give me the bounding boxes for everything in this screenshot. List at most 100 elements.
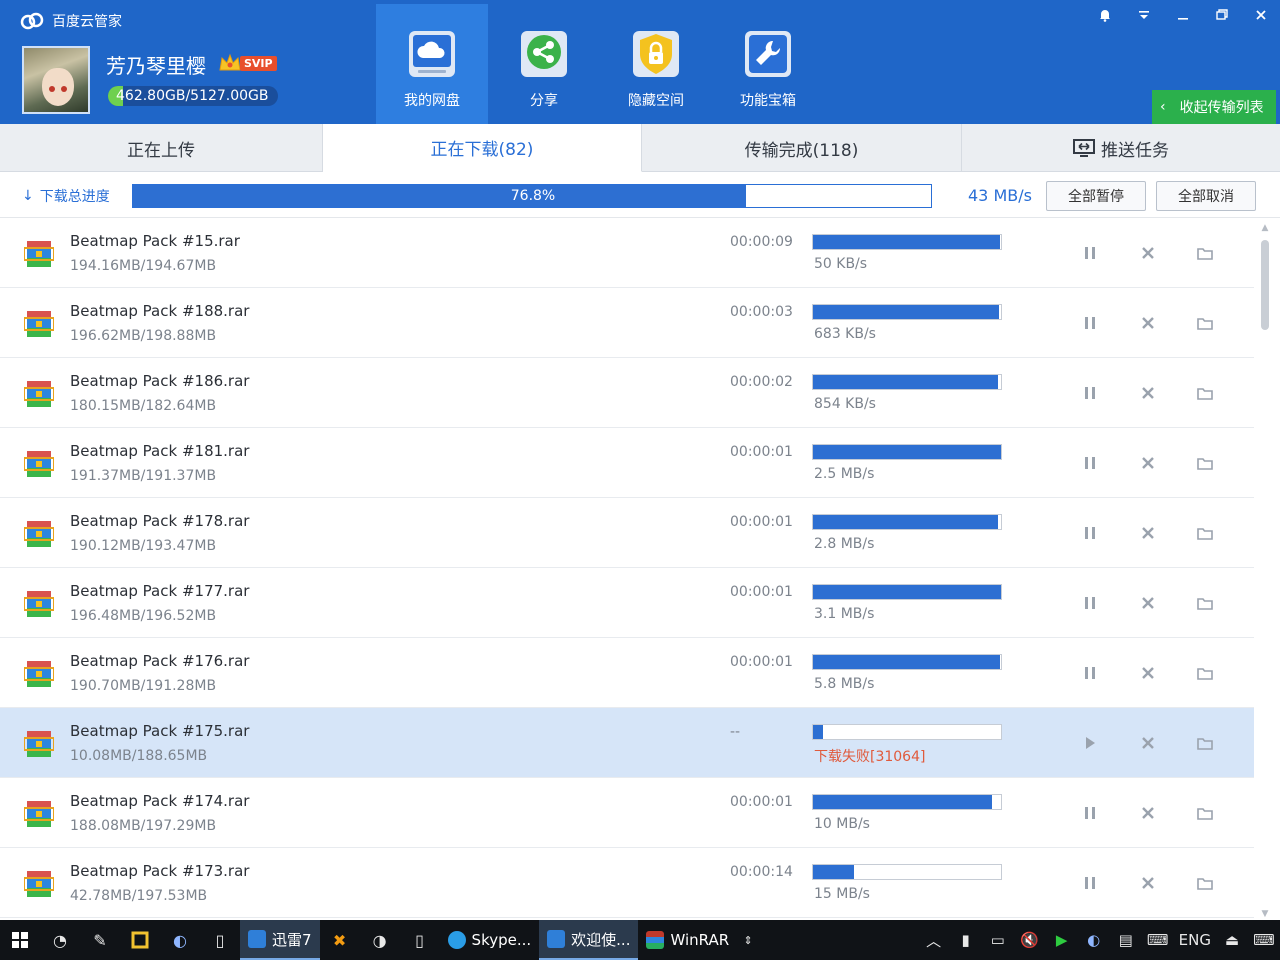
swirl-tray-icon[interactable]: ◐ [1078, 920, 1110, 960]
cancel-icon[interactable] [1137, 872, 1159, 894]
pause-icon[interactable] [1079, 312, 1101, 334]
cancel-all-button[interactable]: 全部取消 [1156, 181, 1256, 211]
taskview-icon[interactable]: ◔ [40, 920, 80, 960]
open-folder-icon[interactable] [1194, 662, 1216, 684]
vip-badge[interactable]: SVIP [218, 52, 277, 74]
download-row[interactable]: Beatmap Pack #177.rar 196.48MB/196.52MB 00… [0, 568, 1254, 638]
file-icon[interactable]: ▯ [400, 920, 440, 960]
nav-hidden-space[interactable]: 隐藏空间 [600, 4, 712, 124]
open-folder-icon[interactable] [1194, 732, 1216, 754]
file-name: Beatmap Pack #177.rar [70, 582, 250, 600]
storage-quota-bar: 462.80GB/5127.00GB [108, 86, 278, 106]
download-row[interactable]: Beatmap Pack #15.rar 194.16MB/194.67MB 00:… [0, 218, 1254, 288]
cancel-icon[interactable] [1137, 522, 1159, 544]
open-folder-icon[interactable] [1194, 522, 1216, 544]
open-folder-icon[interactable] [1194, 872, 1216, 894]
scroll-track[interactable] [1261, 236, 1269, 906]
document-icon[interactable]: ▯ [200, 920, 240, 960]
bell-icon[interactable] [1085, 0, 1124, 30]
open-folder-icon[interactable] [1194, 452, 1216, 474]
nav-my-drive[interactable]: 我的网盘 [376, 4, 488, 124]
network-icon[interactable]: ▭ [982, 920, 1014, 960]
nav-toolbox[interactable]: 功能宝箱 [712, 4, 824, 124]
restore-icon[interactable] [1202, 0, 1241, 30]
language-indicator[interactable]: ENG [1174, 920, 1216, 960]
input-method-icon[interactable]: ⏏ [1216, 920, 1248, 960]
minimize-icon[interactable] [1163, 0, 1202, 30]
cancel-icon[interactable] [1137, 382, 1159, 404]
square-app-icon[interactable] [120, 920, 160, 960]
download-row[interactable]: Beatmap Pack #174.rar 188.08MB/197.29MB 00… [0, 778, 1254, 848]
pause-icon[interactable] [1079, 522, 1101, 544]
download-row[interactable]: Beatmap Pack #176.rar 190.70MB/191.28MB 00… [0, 638, 1254, 708]
open-folder-icon[interactable] [1194, 802, 1216, 824]
pause-icon[interactable] [1079, 592, 1101, 614]
rar-archive-icon [23, 380, 55, 408]
cancel-icon[interactable] [1137, 242, 1159, 264]
file-progress-fill [813, 445, 1001, 459]
taskbar-scroll-icon[interactable]: ⇕ [737, 920, 759, 960]
pause-all-button[interactable]: 全部暂停 [1046, 181, 1146, 211]
swirl-app-icon[interactable]: ◐ [160, 920, 200, 960]
nav-share[interactable]: 分享 [488, 4, 600, 124]
windows-start-icon[interactable] [0, 920, 40, 960]
volume-mute-icon[interactable]: 🔇 [1014, 920, 1046, 960]
tab-push-tasks[interactable]: 推送任务 [962, 124, 1280, 172]
taskbar-app-winrar[interactable]: WinRAR [638, 920, 737, 960]
open-folder-icon[interactable] [1194, 312, 1216, 334]
pause-icon[interactable] [1079, 382, 1101, 404]
download-row[interactable]: Beatmap Pack #178.rar 190.12MB/193.47MB 00… [0, 498, 1254, 568]
cancel-icon[interactable] [1137, 802, 1159, 824]
download-row[interactable]: Beatmap Pack #175.rar 10.08MB/188.65MB -- 下… [0, 708, 1254, 778]
touch-keyboard-icon[interactable]: ⌨ [1248, 920, 1280, 960]
orange-app-icon[interactable]: ✖ [320, 920, 360, 960]
taskbar-app-thunder[interactable]: 迅雷7 [240, 920, 320, 960]
feather-app-icon[interactable]: ✎ [80, 920, 120, 960]
tab-uploading[interactable]: 正在上传 [0, 124, 323, 172]
scroll-down-icon[interactable]: ▼ [1258, 908, 1272, 920]
pause-icon[interactable] [1079, 662, 1101, 684]
collapse-transfer-label: 收起传输列表 [1179, 100, 1264, 116]
file-progress-fill [813, 725, 823, 739]
taskbar-app-baidu-cloud[interactable]: 欢迎使... [539, 920, 639, 960]
download-row[interactable]: Beatmap Pack #181.rar 191.37MB/191.37MB 00… [0, 428, 1254, 498]
resume-icon[interactable] [1079, 732, 1101, 754]
overall-speed: 43 MB/s [968, 186, 1032, 205]
list-scrollbar[interactable]: ▲ ▼ [1258, 222, 1272, 920]
file-size: 190.70MB/191.28MB [70, 678, 217, 694]
dropdown-icon[interactable] [1124, 0, 1163, 30]
download-row[interactable]: Beatmap Pack #173.rar 42.78MB/197.53MB 00:… [0, 848, 1254, 918]
pause-icon[interactable] [1079, 802, 1101, 824]
collapse-transfer-list-button[interactable]: ‹ 收起传输列表 [1152, 90, 1276, 124]
show-hidden-icons-icon[interactable]: ︿ [918, 920, 950, 960]
cancel-icon[interactable] [1137, 732, 1159, 754]
username[interactable]: 芳乃琴里樱 [106, 50, 206, 79]
download-row[interactable]: Beatmap Pack #186.rar 180.15MB/182.64MB 00… [0, 358, 1254, 428]
scroll-up-icon[interactable]: ▲ [1258, 222, 1272, 234]
pause-icon[interactable] [1079, 872, 1101, 894]
download-row[interactable]: Beatmap Pack #188.rar 196.62MB/198.88MB 00… [0, 288, 1254, 358]
moon-app-icon[interactable]: ◑ [360, 920, 400, 960]
cancel-icon[interactable] [1137, 662, 1159, 684]
rar-archive-icon [23, 450, 55, 478]
open-folder-icon[interactable] [1194, 592, 1216, 614]
taskbar-app-skype[interactable]: Skype... [440, 920, 540, 960]
cancel-icon[interactable] [1137, 592, 1159, 614]
cancel-icon[interactable] [1137, 312, 1159, 334]
action-center-icon[interactable]: ▤ [1110, 920, 1142, 960]
open-folder-icon[interactable] [1194, 242, 1216, 264]
tab-downloading[interactable]: 正在下载(82) [323, 124, 642, 172]
green-flag-icon[interactable]: ▶ [1046, 920, 1078, 960]
scroll-thumb[interactable] [1261, 240, 1269, 330]
pause-icon[interactable] [1079, 452, 1101, 474]
time-remaining: 00:00:03 [730, 304, 793, 320]
pause-icon[interactable] [1079, 242, 1101, 264]
cancel-icon[interactable] [1137, 452, 1159, 474]
keyboard-icon[interactable]: ⌨ [1142, 920, 1174, 960]
close-icon[interactable] [1241, 0, 1280, 30]
open-folder-icon[interactable] [1194, 382, 1216, 404]
avatar[interactable] [22, 46, 90, 114]
tab-completed[interactable]: 传输完成(118) [642, 124, 962, 172]
time-remaining: 00:00:14 [730, 864, 793, 880]
battery-icon[interactable]: ▮ [950, 920, 982, 960]
